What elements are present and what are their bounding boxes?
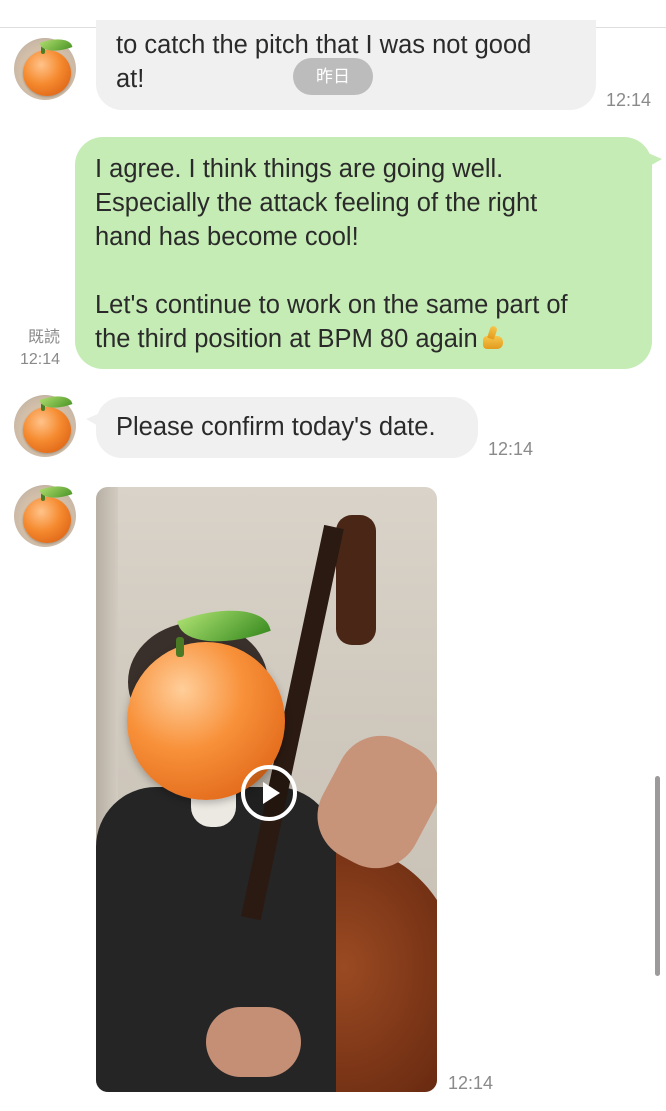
thumbs-up-icon — [481, 326, 507, 350]
orange-icon — [23, 497, 71, 543]
message-time: 12:14 — [19, 351, 60, 368]
read-receipt: 既読 12:14 — [10, 327, 60, 371]
video-message[interactable] — [96, 487, 437, 1092]
right-hand — [206, 1007, 301, 1077]
message-time: 12:14 — [488, 439, 534, 459]
message-line: hand has become cool! — [95, 223, 359, 251]
message-line: Let's continue to work on the same part … — [95, 291, 568, 319]
message-line-text: the third position at BPM 80 again — [95, 325, 478, 353]
read-label: 既読 — [27, 329, 60, 346]
outgoing-message-bubble[interactable]: I agree. I think things are going well. … — [75, 137, 662, 369]
incoming-message-bubble[interactable]: Please confirm today's date. — [86, 397, 478, 458]
message-line: the third position at BPM 80 again — [95, 322, 652, 356]
message-line: I agree. I think things are going well. — [95, 155, 504, 183]
message-line: Please confirm today's date. — [116, 413, 436, 441]
contact-avatar[interactable] — [14, 33, 76, 100]
message-time: 12:14 — [448, 1073, 494, 1093]
orange-icon — [23, 407, 71, 453]
date-divider: 昨日 — [293, 58, 373, 95]
contact-avatar[interactable] — [14, 480, 76, 547]
message-line: to catch the pitch that I was not good — [116, 31, 532, 59]
message-time: 12:14 — [606, 90, 652, 110]
scrollbar[interactable] — [655, 776, 660, 976]
orange-stem — [176, 637, 184, 657]
contact-avatar[interactable] — [14, 390, 76, 457]
orange-icon — [23, 50, 71, 96]
message-line: Especially the attack feeling of the rig… — [95, 189, 538, 217]
play-icon[interactable] — [241, 765, 297, 821]
